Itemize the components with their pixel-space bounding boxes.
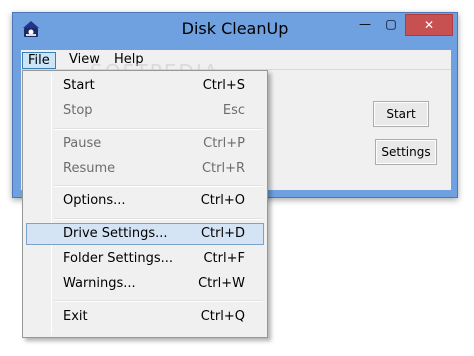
menu-item-label: Exit [63,309,88,324]
title-bar[interactable]: Disk CleanUp — ▢ ✕ [13,13,457,46]
menu-help[interactable]: Help [109,52,149,69]
start-button[interactable]: Start [373,101,429,127]
menu-item-pause[interactable]: Pause Ctrl+P [26,133,264,155]
minimize-button[interactable]: — [351,14,379,36]
close-button[interactable]: ✕ [405,14,453,36]
menu-item-label: Options... [63,193,126,208]
menu-item-exit[interactable]: Exit Ctrl+Q [26,306,264,328]
menu-item-shortcut: Ctrl+F [203,251,245,266]
menu-separator [54,185,263,187]
menu-item-resume[interactable]: Resume Ctrl+R [26,158,264,180]
menu-item-label: Resume [63,161,116,176]
menu-separator [54,300,263,302]
menu-item-shortcut: Ctrl+R [201,161,245,176]
menu-file[interactable]: File [22,52,56,69]
menu-item-label: Pause [63,136,102,151]
menu-item-shortcut: Ctrl+D [200,226,245,241]
menu-separator [54,128,263,130]
menu-item-shortcut: Ctrl+P [203,136,245,151]
menu-item-label: Folder Settings... [63,251,174,266]
menu-item-stop[interactable]: Stop Esc [26,100,264,122]
menu-item-folder-settings[interactable]: Folder Settings... Ctrl+F [26,248,264,270]
menu-item-label: Stop [63,103,93,118]
maximize-button[interactable]: ▢ [377,14,405,36]
menu-item-drive-settings[interactable]: Drive Settings... Ctrl+D [26,223,264,245]
menu-view[interactable]: View [64,52,105,69]
menu-item-shortcut: Ctrl+W [198,276,245,291]
menu-item-options[interactable]: Options... Ctrl+O [26,190,264,212]
menu-item-label: Warnings... [63,276,136,291]
settings-button[interactable]: Settings [375,139,437,165]
menu-item-shortcut: Ctrl+O [200,193,245,208]
menu-separator [54,218,263,220]
menu-item-label: Start [63,78,95,93]
file-menu-dropdown: Start Ctrl+S Stop Esc Pause Ctrl+P Resum… [22,70,268,338]
menu-item-shortcut: Ctrl+Q [200,309,245,324]
menu-item-start[interactable]: Start Ctrl+S [26,75,264,97]
menu-item-shortcut: Esc [222,103,245,118]
menu-bar: File View Help [21,50,451,70]
menu-item-label: Drive Settings... [63,226,168,241]
menu-item-warnings[interactable]: Warnings... Ctrl+W [26,273,264,295]
menu-item-shortcut: Ctrl+S [202,78,245,93]
